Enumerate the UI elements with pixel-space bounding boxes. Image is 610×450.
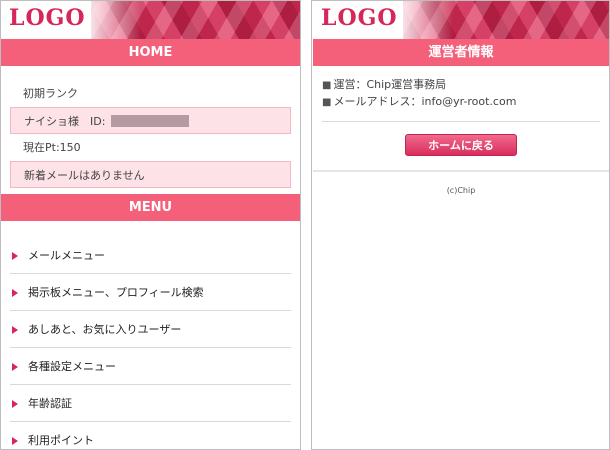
operator-details: ■ 運営：Chip運営事務局 ■ メールアドレス：info@yr-root.com	[313, 66, 609, 121]
operator-line: ■ 運営：Chip運営事務局	[322, 77, 600, 94]
id-label: ナイショ様 ID:	[24, 115, 106, 128]
points-row: 現在Pt:150	[10, 134, 291, 161]
rank-label: 初期ランク	[23, 87, 78, 100]
menu-item-points[interactable]: 利用ポイント	[10, 422, 291, 449]
operator-info-screen: LOGO 運営者情報 ■ 運営：Chip運営事務局 ■ メールアドレス：info@y…	[313, 1, 609, 449]
menu-item-age-verify[interactable]: 年齢認証	[10, 385, 291, 422]
copyright: (c)Chip	[446, 186, 476, 195]
rank-row: 初期ランク	[10, 80, 291, 107]
points-label: 現在Pt:150	[23, 141, 81, 154]
header: LOGO	[313, 1, 609, 39]
logo[interactable]: LOGO	[321, 5, 398, 31]
menu-list: メールメニュー 掲示板メニュー、プロフィール検索 あしあと、お気に入りユーザー …	[1, 237, 300, 449]
menu-item-label: あしあと、お気に入りユーザー	[28, 323, 182, 336]
triangle-right-icon	[12, 437, 18, 445]
operator-email[interactable]: メールアドレス：info@yr-root.com	[333, 95, 516, 108]
menu-item-board[interactable]: 掲示板メニュー、プロフィール検索	[10, 274, 291, 311]
panel-divider	[300, 0, 312, 450]
triangle-right-icon	[12, 252, 18, 260]
menu-item-settings[interactable]: 各種設定メニュー	[10, 348, 291, 385]
menu-item-label: 掲示板メニュー、プロフィール検索	[28, 286, 204, 299]
menu-item-label: 各種設定メニュー	[28, 360, 116, 373]
button-area: ホームに戻る	[313, 122, 609, 172]
menu-item-label: 利用ポイント	[28, 434, 94, 447]
id-row: ナイショ様 ID:	[10, 107, 291, 134]
user-info: 初期ランク ナイショ様 ID: 現在Pt:150 新着メールはありません	[1, 66, 300, 194]
menu-item-mail[interactable]: メールメニュー	[10, 237, 291, 274]
email-line: ■ メールアドレス：info@yr-root.com	[322, 94, 600, 111]
operator-name: 運営：Chip運営事務局	[333, 78, 447, 91]
triangle-right-icon	[12, 289, 18, 297]
home-screen: LOGO HOME 初期ランク ナイショ様 ID: 現在Pt:150 新着メール…	[1, 1, 300, 449]
triangle-right-icon	[12, 326, 18, 334]
mail-status-label: 新着メールはありません	[24, 169, 145, 182]
operator-info-bar: 運営者情報	[313, 39, 609, 66]
triangle-right-icon	[12, 363, 18, 371]
triangle-right-icon	[12, 400, 18, 408]
menu-bar: MENU	[1, 194, 300, 221]
mail-status-row: 新着メールはありません	[10, 161, 291, 188]
square-bullet-icon: ■	[322, 97, 332, 108]
back-to-home-button[interactable]: ホームに戻る	[405, 134, 517, 156]
square-bullet-icon: ■	[322, 80, 332, 91]
menu-item-label: メールメニュー	[28, 249, 105, 262]
id-redaction	[111, 115, 190, 127]
menu-item-footprints[interactable]: あしあと、お気に入りユーザー	[10, 311, 291, 348]
menu-item-label: 年齢認証	[28, 397, 72, 410]
header: LOGO	[1, 1, 300, 39]
logo[interactable]: LOGO	[9, 5, 86, 31]
home-bar: HOME	[1, 39, 300, 66]
